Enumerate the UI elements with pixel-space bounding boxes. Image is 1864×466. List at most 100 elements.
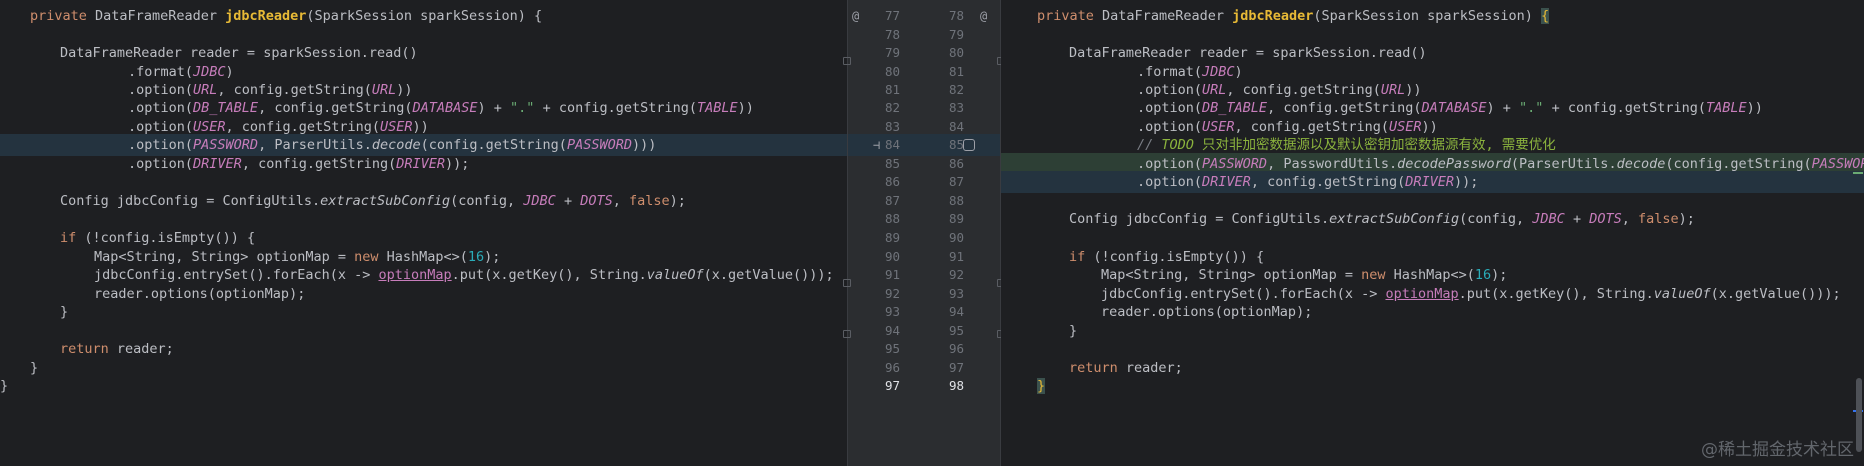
include-change-checkbox[interactable]	[963, 139, 975, 151]
constant-user: USER	[193, 119, 226, 135]
close-brace: }	[1069, 323, 1078, 339]
option-call: .option(	[1137, 100, 1203, 116]
open-brace: {	[533, 8, 543, 24]
code-line[interactable]: }	[1001, 320, 1864, 342]
decode-method: decode	[371, 137, 421, 153]
args: (config,	[450, 193, 524, 209]
config-declaration: Config jdbcConfig = ConfigUtils.	[1069, 211, 1330, 227]
comment-slashes: //	[1137, 137, 1162, 153]
constant-driver: DRIVER	[1405, 174, 1455, 190]
fold-icon[interactable]	[843, 279, 851, 287]
keyword: return	[1069, 360, 1118, 376]
paren: );	[484, 249, 501, 265]
constant-url: URL	[371, 82, 397, 98]
params: (SparkSession sparkSession)	[306, 8, 534, 24]
close-brace: }	[60, 304, 69, 320]
config-getstring: , config.getString(	[217, 82, 372, 98]
code-line[interactable]: .option(DRIVER, config.getString(DRIVER)…	[1001, 171, 1864, 193]
args: (config,	[1459, 211, 1533, 227]
return-value: reader;	[1117, 360, 1183, 376]
code-line[interactable]: Config jdbcConfig = ConfigUtils.extractS…	[0, 190, 847, 212]
code-line[interactable]: private DataFrameReader jdbcReader(Spark…	[1001, 5, 1864, 27]
vertical-scrollbar[interactable]	[1856, 378, 1862, 452]
code-line[interactable]: .option(DRIVER, config.getString(DRIVER)…	[0, 153, 847, 175]
if-condition: (!config.isEmpty()) {	[76, 230, 256, 246]
format-call: .format(	[1137, 64, 1203, 80]
config-getstring: + config.getString(	[1543, 100, 1706, 116]
map-declaration: Map<String, String> optionMap =	[94, 249, 355, 265]
config-getstring: (config.getString(	[1665, 156, 1812, 172]
hashmap: HashMap<>(	[378, 249, 468, 265]
option-call: .option(	[128, 119, 194, 135]
method-name: jdbcReader	[1232, 8, 1314, 24]
code-line[interactable]: }	[1001, 375, 1864, 397]
foreach: (x.getValue()));	[703, 267, 834, 283]
constant-user: USER	[379, 119, 413, 135]
constant-url: URL	[193, 82, 218, 98]
paren: ));	[445, 156, 470, 172]
code-line[interactable]: Config jdbcConfig = ConfigUtils.extractS…	[1001, 208, 1864, 230]
type-name: DataFrameReader	[1102, 8, 1224, 24]
constant-driver: DRIVER	[1202, 174, 1251, 190]
keyword: if	[1069, 249, 1086, 265]
extract-method: extractSubConfig	[1329, 211, 1460, 227]
option-call: .option(	[128, 156, 194, 172]
override-icon[interactable]: @	[852, 5, 859, 27]
parser-utils: , ParserUtils.	[258, 137, 372, 153]
type-name: DataFrameReader	[95, 8, 217, 24]
code-line[interactable]: }	[0, 375, 847, 397]
line-number: 98	[948, 378, 964, 393]
plus: +	[555, 193, 581, 209]
right-editor-pane[interactable]: private DataFrameReader jdbcReader(Spark…	[1001, 0, 1864, 466]
decode-method: decode	[1616, 156, 1666, 172]
constant-driver: DRIVER	[396, 156, 446, 172]
constant-user: USER	[1388, 119, 1422, 135]
comma: ,	[1621, 211, 1638, 227]
extract-method: extractSubConfig	[320, 193, 451, 209]
code-line[interactable]: }	[0, 301, 847, 323]
params: (SparkSession sparkSession)	[1313, 8, 1541, 24]
left-editor-pane[interactable]: private DataFrameReader jdbcReader(Spark…	[0, 0, 847, 466]
option-call: .option(	[1137, 82, 1203, 98]
todo-keyword: TODO	[1161, 137, 1194, 153]
paren: )))	[631, 137, 657, 153]
keyword: false	[628, 193, 670, 209]
constant-dots: DOTS	[580, 193, 613, 209]
config-getstring: + config.getString(	[534, 100, 697, 116]
code-line[interactable]: private DataFrameReader jdbcReader(Spark…	[0, 5, 847, 27]
string-literal: "."	[1519, 100, 1544, 116]
if-condition: (!config.isEmpty()) {	[1085, 249, 1265, 265]
config-getstring: , config.getString(	[241, 156, 397, 172]
fold-icon[interactable]	[843, 57, 851, 65]
constant-jdbc: JDBC	[193, 64, 226, 80]
keyword: private	[1037, 8, 1094, 24]
paren: ))	[396, 82, 413, 98]
constant-jdbc: JDBC	[1532, 211, 1565, 227]
foreach: jdbcConfig.entrySet().forEach(x ->	[94, 267, 379, 283]
constant-password: PASSWORD	[1202, 156, 1268, 172]
method-name: jdbcReader	[225, 8, 307, 24]
format-call: .format(	[128, 64, 194, 80]
constant-password: PASSWORD	[1811, 156, 1864, 172]
close-brace: }	[0, 378, 9, 394]
config-getstring: , config.getString(	[1234, 119, 1389, 135]
number: 16	[467, 249, 485, 265]
matched-brace: }	[1037, 378, 1046, 394]
foreach: .put(x.getKey(), String.	[1458, 286, 1654, 302]
paren: ))	[412, 119, 429, 135]
constant-database: DATABASE	[412, 100, 478, 116]
fold-icon[interactable]	[843, 330, 851, 338]
string-literal: "."	[510, 100, 535, 116]
paren: ))	[737, 100, 754, 116]
override-icon[interactable]: @	[980, 5, 987, 27]
plus: ) +	[477, 100, 511, 116]
constant-database: DATABASE	[1421, 100, 1487, 116]
constant-table: TABLE	[697, 100, 738, 116]
constant-jdbc: JDBC	[523, 193, 556, 209]
constant-dbtable: DB_TABLE	[1202, 100, 1268, 116]
paren: )	[225, 64, 234, 80]
comma: ,	[612, 193, 629, 209]
number: 16	[1474, 267, 1492, 283]
constant-user: USER	[1202, 119, 1235, 135]
watermark: @稀土掘金技术社区	[1701, 440, 1854, 460]
